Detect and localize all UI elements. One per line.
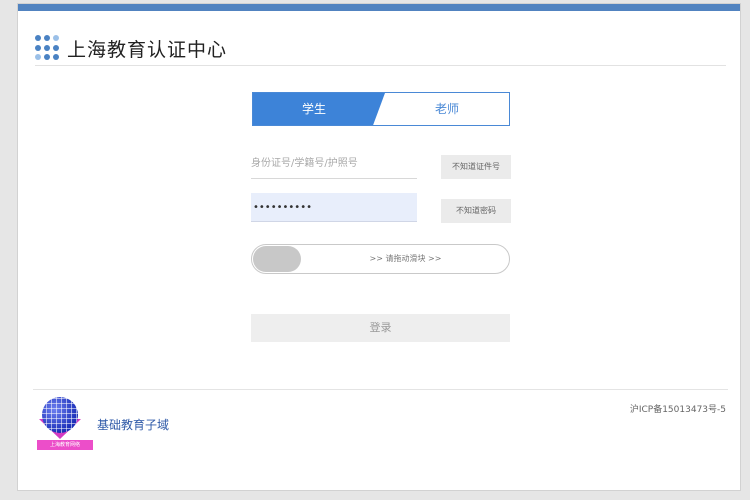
forgot-password-button[interactable]: 不知道密码 (441, 199, 511, 223)
slider-handle[interactable] (253, 246, 301, 272)
page-title: 上海教育认证中心 (67, 38, 228, 61)
site-header: 上海教育认证中心 (35, 30, 227, 66)
tab-student[interactable]: 学生 (253, 93, 375, 125)
slider-hint: >> 请拖动滑块 >> (369, 254, 442, 263)
footer-divider (33, 389, 728, 390)
site-name-link[interactable]: 基础教育子域 (97, 416, 169, 433)
role-tabs: 学生 老师 (252, 92, 510, 126)
icp-number: 沪ICP备15013473号-5 (629, 405, 726, 415)
login-button[interactable]: 登录 (251, 314, 510, 342)
top-accent-bar (18, 4, 740, 11)
login-card: 上海教育认证中心 学生 老师 不知道证件号 不知道密码 >> 请拖动滑块 >> … (17, 3, 741, 491)
globe-icon (42, 397, 78, 433)
logo-badge: 上海教育网络 (37, 440, 93, 450)
id-number-input[interactable] (251, 148, 417, 179)
captcha-slider: >> 请拖动滑块 >> (251, 244, 510, 274)
tab-teacher[interactable]: 老师 (383, 93, 509, 125)
password-input[interactable] (251, 193, 417, 222)
forgot-id-button[interactable]: 不知道证件号 (441, 155, 511, 179)
globe-logo-icon: 上海教育网络 (36, 397, 94, 457)
header-divider (35, 65, 726, 66)
dots-logo-icon (35, 35, 61, 61)
